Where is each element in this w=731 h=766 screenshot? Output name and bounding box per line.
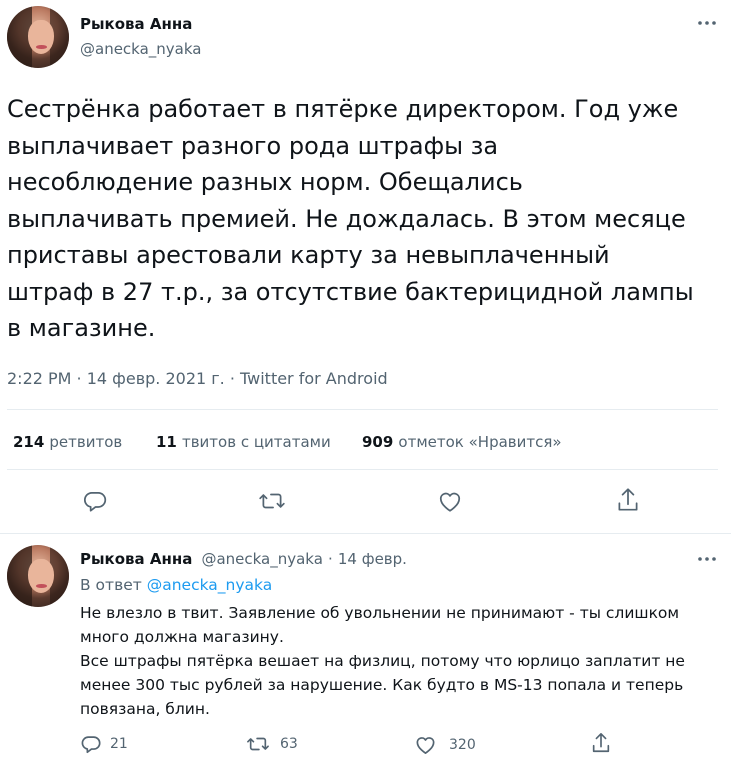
tweet-text-line: приставы арестовали карту за невыплаченн… [7,241,610,269]
reply-like-count: 320 [449,736,476,753]
divider [7,409,718,410]
like-icon [416,737,435,754]
retweets-stat[interactable]: 214 ретвитов [13,432,122,451]
tweet-text-line: в магазине. [7,314,156,342]
reply-header: Рыкова Анна @anecka_nyaka · 14 февр. [80,549,407,568]
in-reply-prefix: В ответ [80,576,142,594]
reply-author-avatar[interactable] [7,545,69,607]
reply-like-button[interactable]: 320 [414,734,476,755]
reply-author-name[interactable]: Рыкова Анна [80,550,192,568]
reply-author-handle[interactable]: @anecka_nyaka [201,550,322,568]
author-avatar[interactable] [7,6,69,68]
quotes-count: 11 [156,433,177,451]
author-handle[interactable]: @anecka_nyaka [80,40,201,58]
tweet-text-line: Сестрёнка работает в пятёрке директором.… [7,95,679,123]
share-icon[interactable] [615,486,641,514]
in-reply-to: В ответ @anecka_nyaka [80,576,272,594]
divider [7,469,718,470]
reply-retweet-button[interactable]: 63 [246,733,298,755]
author-name[interactable]: Рыкова Анна [80,15,192,33]
retweets-count: 214 [13,433,45,451]
reply-text-line: Все штрафы пятёрка вешает на физлиц, пот… [80,652,685,670]
quotes-label: твитов с цитатами [181,433,331,451]
likes-label: отметок «Нравится» [398,433,562,451]
reply-text-line: менее 300 тыс рублей за нарушение. Как б… [80,676,684,694]
reply-text-line: Не влезло в твит. Заявление об увольнени… [80,604,680,622]
likes-stat[interactable]: 909 отметок «Нравится» [362,432,562,451]
reply-count: 21 [110,736,128,752]
reply-text-line: повязана, блин. [80,700,210,718]
reply-retweet-count: 63 [280,736,298,752]
tweet-text-line: выплачивает разного рода штрафы за [7,131,499,160]
reply-reply-button[interactable]: 21 [80,733,128,755]
more-options-icon[interactable] [694,10,720,36]
like-icon[interactable] [437,489,463,513]
reply-text: Не влезло в твит. Заявление об увольнени… [80,601,720,721]
retweet-icon [247,737,269,751]
reply-dot: · [328,550,333,568]
reply-more-options-icon[interactable] [694,546,720,572]
reply-share-icon[interactable] [590,731,612,759]
reply-icon [81,736,101,754]
reply-text-line: много должна магазину. [80,628,284,646]
divider [0,533,731,534]
tweet-text-line: штраф в 27 т.р., за отсутствие бактерици… [7,277,694,306]
quotes-stat[interactable]: 11 твитов с цитатами [156,432,331,451]
tweet-text-line: несоблюдение разных норм. Обещались [7,168,523,196]
likes-count: 909 [362,433,394,451]
reply-date[interactable]: 14 февр. [338,550,407,568]
retweet-icon[interactable] [258,488,286,514]
reply-icon[interactable] [82,488,108,514]
retweets-label: ретвитов [49,433,123,451]
tweet-timestamp[interactable]: 2:22 PM · 14 февр. 2021 г. · Twitter for… [7,369,388,388]
tweet-text-line: выплачивать премией. Не дождалась. В это… [7,204,686,233]
in-reply-handle-link[interactable]: @anecka_nyaka [147,576,273,594]
tweet-text: Сестрёнка работает в пятёрке директором.… [7,91,707,347]
